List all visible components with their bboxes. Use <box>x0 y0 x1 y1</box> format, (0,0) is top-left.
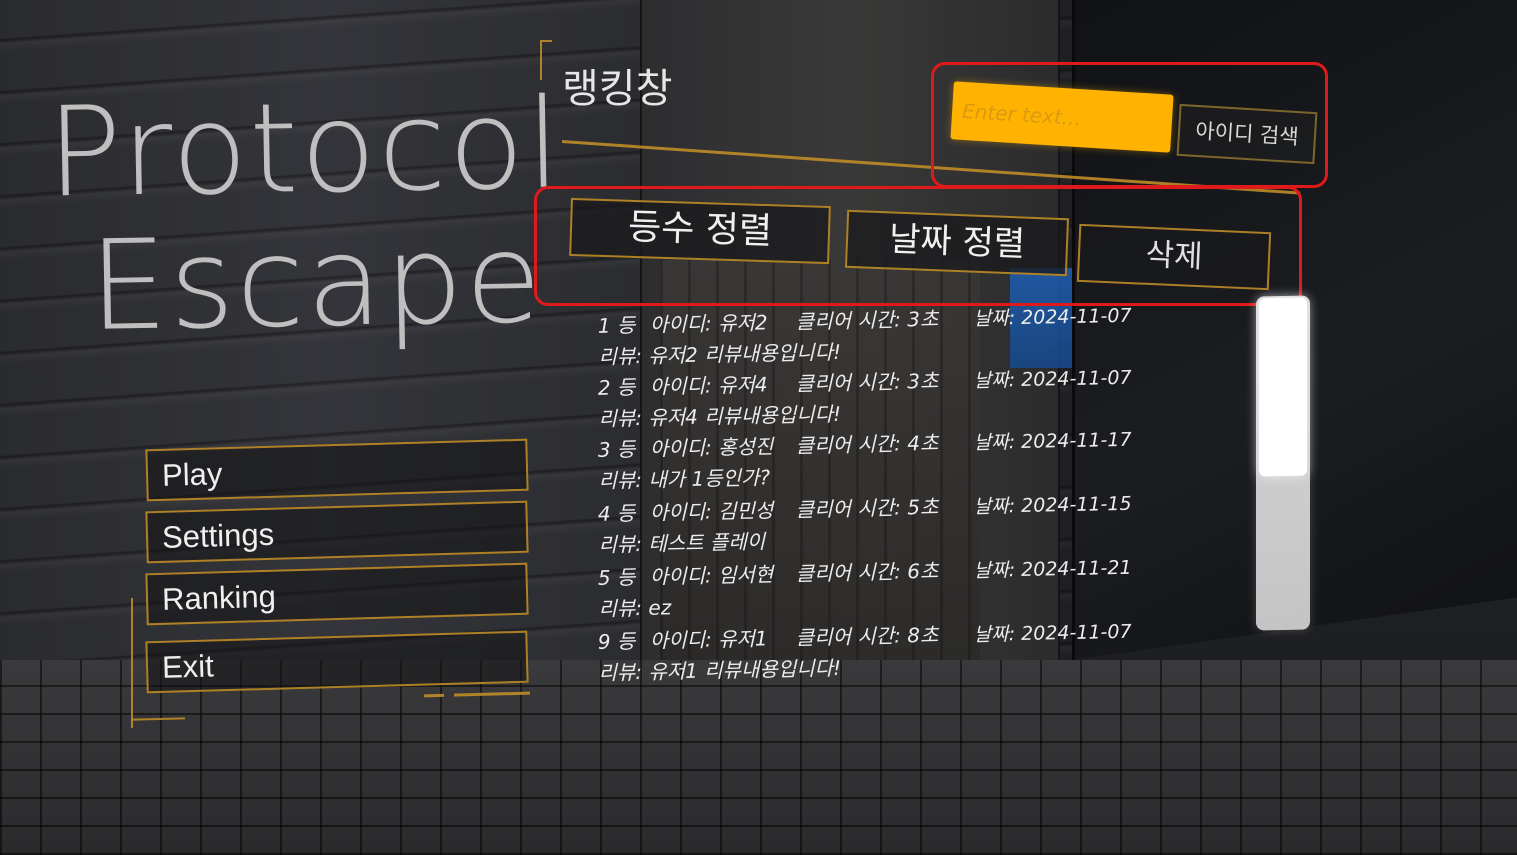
entry-review: 리뷰: 테스트 플레이 <box>598 529 766 557</box>
entry-rank: 5 등 <box>597 565 636 590</box>
entry-date: 날짜: 2024-11-07 <box>973 304 1132 330</box>
exit-button[interactable]: Exit <box>145 630 529 694</box>
entry-rank: 3 등 <box>597 437 636 462</box>
entry-date: 날짜: 2024-11-07 <box>973 620 1132 646</box>
ranking-button[interactable]: Ranking <box>145 562 529 626</box>
entry-date: 날짜: 2024-11-15 <box>973 492 1132 518</box>
ranking-title-corner-decoration <box>540 40 552 80</box>
entry-rank: 9 등 <box>597 629 636 654</box>
entry-user-id: 아이디: 유저4 <box>649 372 768 399</box>
game-title-line1: Protocol <box>45 72 564 226</box>
entry-user-id: 아이디: 김민성 <box>649 498 774 525</box>
entry-clear-time: 클리어 시간: 8초 <box>795 622 939 650</box>
ranking-entry: 5 등 아이디: 임서현 클리어 시간: 6초 날짜: 2024-11-21 리뷰:… <box>597 546 1158 621</box>
entry-user-id: 아이디: 유저2 <box>649 310 768 337</box>
menu-bracket-decoration <box>131 598 135 728</box>
search-highlight-box <box>931 62 1328 188</box>
entry-date: 날짜: 2024-11-07 <box>973 366 1132 392</box>
scrollbar-thumb[interactable] <box>1259 297 1307 477</box>
entry-review: 리뷰: ez <box>598 595 672 621</box>
entry-clear-time: 클리어 시간: 5초 <box>795 494 939 522</box>
ranking-entry: 1 등 아이디: 유저2 클리어 시간: 3초 날짜: 2024-11-07 리뷰:… <box>597 294 1158 369</box>
ranking-entry: 2 등 아이디: 유저4 클리어 시간: 3초 날짜: 2024-11-07 리뷰:… <box>597 356 1158 431</box>
entry-rank: 1 등 <box>597 313 636 338</box>
entry-user-id: 아이디: 유저1 <box>649 626 768 653</box>
sort-buttons-highlight-box <box>534 186 1302 306</box>
entry-clear-time: 클리어 시간: 3초 <box>795 368 939 396</box>
entry-date: 날짜: 2024-11-17 <box>973 428 1132 454</box>
entry-review: 리뷰: 유저1 리뷰내용입니다! <box>598 655 842 685</box>
game-title: Protocol Escape <box>45 72 571 359</box>
play-button[interactable]: Play <box>145 438 529 502</box>
entry-user-id: 아이디: 홍성진 <box>649 434 774 461</box>
ranking-entry: 4 등 아이디: 김민성 클리어 시간: 5초 날짜: 2024-11-15 리뷰:… <box>597 482 1158 557</box>
entry-user-id: 아이디: 임서현 <box>649 562 774 589</box>
ranking-scrollbar[interactable] <box>1256 295 1310 631</box>
entry-rank: 4 등 <box>597 501 636 526</box>
entry-date: 날짜: 2024-11-21 <box>973 556 1132 582</box>
entry-clear-time: 클리어 시간: 3초 <box>795 306 939 334</box>
ranking-panel-title: 랭킹창 <box>562 66 673 112</box>
settings-button[interactable]: Settings <box>145 500 529 564</box>
game-title-line2: Escape <box>87 206 545 359</box>
entry-clear-time: 클리어 시간: 6초 <box>795 558 939 586</box>
entry-rank: 2 등 <box>597 375 636 400</box>
ranking-entry: 3 등 아이디: 홍성진 클리어 시간: 4초 날짜: 2024-11-17 리뷰:… <box>597 418 1158 493</box>
ranking-entry: 9 등 아이디: 유저1 클리어 시간: 8초 날짜: 2024-11-07 리뷰:… <box>597 610 1158 685</box>
entry-clear-time: 클리어 시간: 4초 <box>795 430 939 458</box>
entry-review: 리뷰: 내가 1등인가? <box>598 465 771 493</box>
